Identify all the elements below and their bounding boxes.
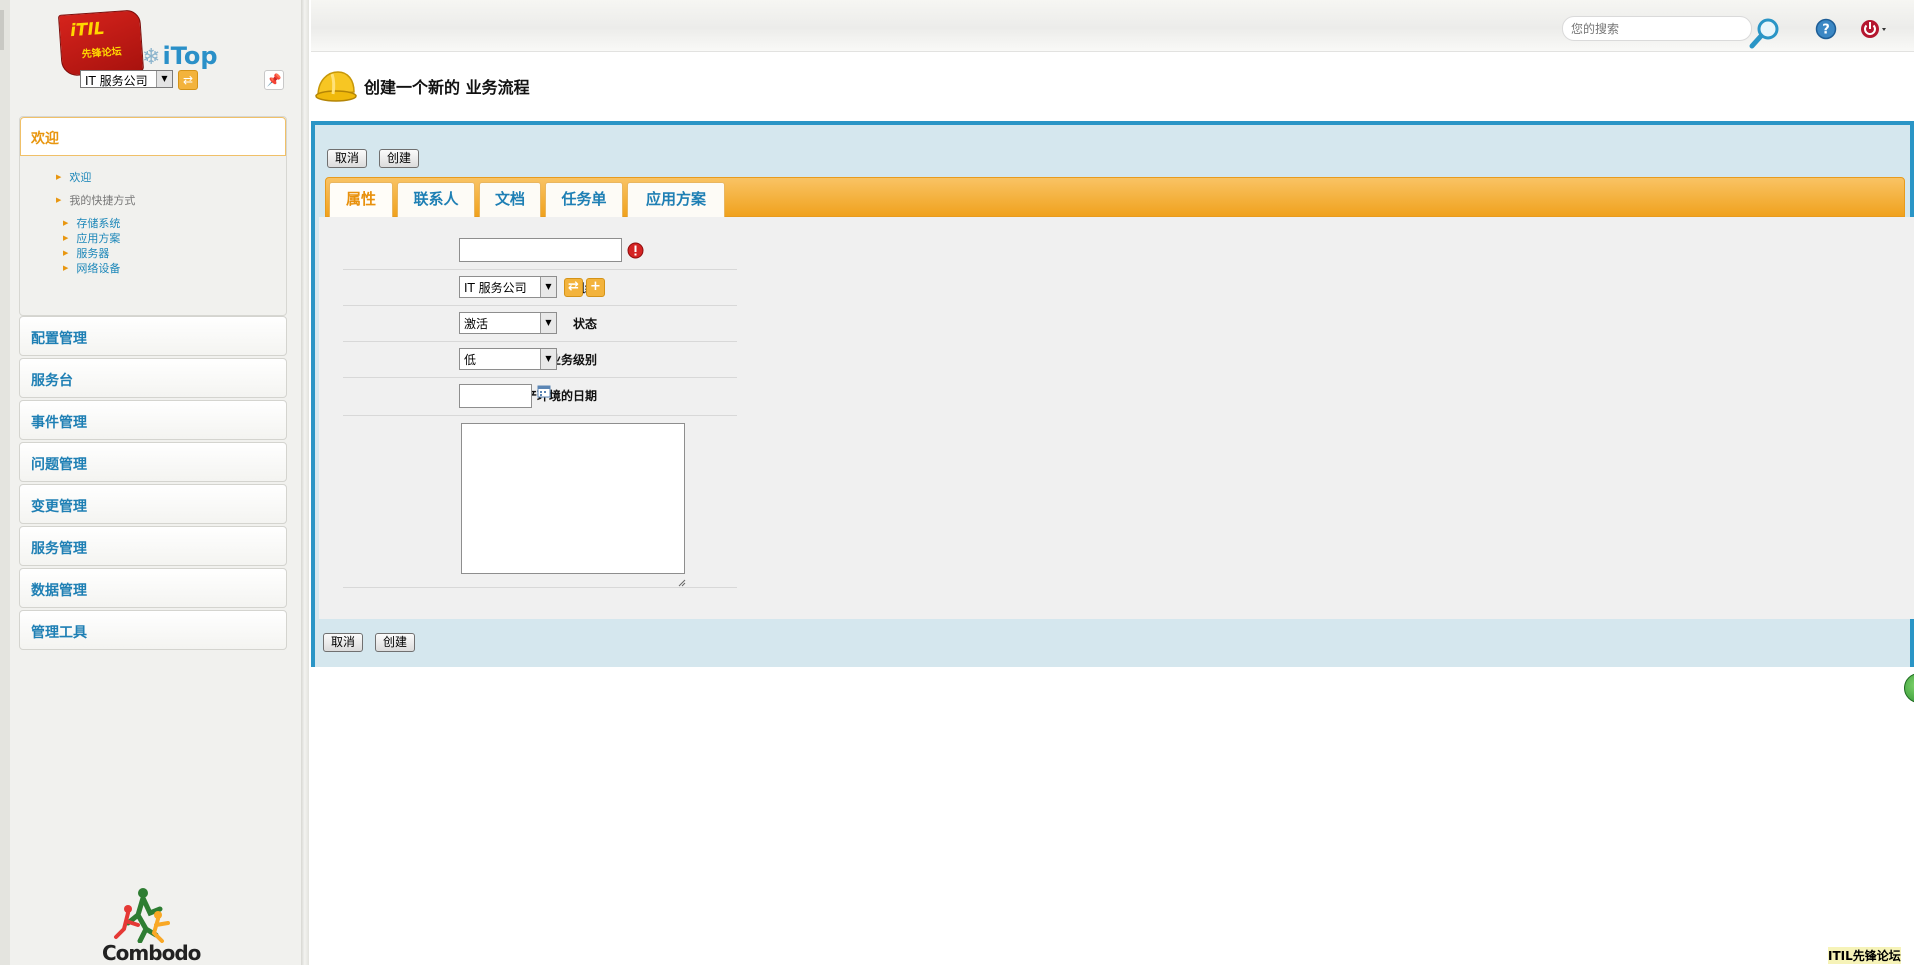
power-icon[interactable]: [1860, 17, 1888, 41]
chevron-down-icon: ▼: [540, 277, 556, 297]
create-button-bottom[interactable]: 创建: [375, 633, 415, 652]
create-button-top[interactable]: 创建: [379, 149, 419, 168]
chevron-down-icon: ▼: [156, 71, 172, 87]
page-title: 创建一个新的 业务流程: [364, 78, 530, 97]
footer-credit: ITIL先锋论坛: [1828, 947, 1901, 964]
row-divider: [343, 377, 737, 378]
hard-hat-icon: [314, 66, 358, 104]
triangle-bullet-icon: ▶: [63, 249, 69, 257]
row-divider: [343, 587, 737, 588]
shortcut-storage[interactable]: ▶ 存储系统: [63, 216, 120, 231]
row-divider: [343, 305, 737, 306]
triangle-bullet-icon: ▶: [63, 234, 69, 242]
welcome-panel-title[interactable]: 欢迎: [20, 117, 286, 156]
prod-date-field[interactable]: [459, 384, 532, 408]
org-add-button[interactable]: +: [586, 278, 605, 297]
form-frame: 取消 创建 属性 联系人 文档 任务单 应用方案 名称 组织 IT 服务公司 ▼…: [311, 121, 1914, 667]
chevron-down-icon: ▼: [540, 349, 556, 369]
status-select[interactable]: 激活 ▼: [459, 312, 557, 334]
cancel-button-bottom[interactable]: 取消: [323, 633, 363, 652]
left-sidebar: iTIL 先锋论坛 ❄iTop IT 服务公司 ▼ ⇄ 📌 欢迎 ▶ 欢迎 ▶ 我的…: [0, 0, 309, 965]
triangle-bullet-icon: ▶: [56, 196, 62, 204]
welcome-panel: 欢迎: [19, 116, 287, 316]
tab-tickets[interactable]: 任务单: [545, 182, 623, 218]
snowflake-icon: ❄: [142, 45, 161, 70]
cancel-button-top[interactable]: 取消: [327, 149, 367, 168]
menu-group-data[interactable]: 数据管理: [19, 568, 287, 608]
help-icon[interactable]: ?: [1815, 18, 1837, 40]
itil-logo: iTIL 先锋论坛: [57, 9, 145, 77]
chevron-down-icon: ▼: [540, 313, 556, 333]
org-search-button[interactable]: ⇄: [564, 278, 583, 297]
row-divider: [343, 341, 737, 342]
green-round-button[interactable]: [1904, 673, 1914, 703]
organization-select[interactable]: IT 服务公司 ▼: [80, 70, 173, 88]
menu-item-welcome[interactable]: ▶ 欢迎: [56, 170, 91, 185]
description-textarea[interactable]: [461, 423, 685, 574]
search-icon[interactable]: [1748, 16, 1782, 50]
triangle-bullet-icon: ▶: [63, 219, 69, 227]
row-divider: [343, 269, 737, 270]
org-select[interactable]: IT 服务公司 ▼: [459, 276, 557, 298]
resize-handle-icon[interactable]: [678, 576, 686, 587]
menu-group-problem[interactable]: 问题管理: [19, 442, 287, 482]
form-body: 名称 组织 IT 服务公司 ▼ ⇄ + 状态 激活 ▼ 业务级别 低 ▼ 应用于…: [319, 217, 1914, 619]
tab-strip: 属性 联系人 文档 任务单 应用方案: [325, 177, 1905, 218]
menu-group-service-desk[interactable]: 服务台: [19, 358, 287, 398]
tab-attributes[interactable]: 属性: [329, 182, 393, 218]
svg-text:?: ?: [1822, 23, 1830, 38]
sidebar-edge: [0, 0, 10, 965]
shortcut-network-devices[interactable]: ▶ 网络设备: [63, 261, 120, 276]
shortcut-servers[interactable]: ▶ 服务器: [63, 246, 109, 261]
shortcut-applications[interactable]: ▶ 应用方案: [63, 231, 120, 246]
name-field[interactable]: [459, 238, 622, 262]
row-divider: [343, 415, 737, 416]
business-level-select[interactable]: 低 ▼: [459, 348, 557, 370]
form-footer: 取消 创建: [315, 619, 1910, 667]
tab-applications[interactable]: 应用方案: [627, 182, 725, 218]
menu-item-my-shortcuts: ▶ 我的快捷方式: [56, 194, 136, 207]
pin-icon[interactable]: 📌: [264, 70, 284, 90]
menu-group-change[interactable]: 变更管理: [19, 484, 287, 524]
combodo-logo: Combodo: [98, 885, 201, 965]
menu-group-service[interactable]: 服务管理: [19, 526, 287, 566]
tab-contacts[interactable]: 联系人: [397, 182, 475, 218]
itop-logo: ❄iTop: [142, 42, 218, 70]
org-switch-button[interactable]: ⇄: [178, 70, 198, 90]
required-warning-icon: [627, 242, 644, 262]
search-input[interactable]: [1562, 16, 1752, 41]
triangle-bullet-icon: ▶: [56, 173, 62, 181]
menu-group-incident[interactable]: 事件管理: [19, 400, 287, 440]
menu-group-admin-tools[interactable]: 管理工具: [19, 610, 287, 650]
calendar-icon[interactable]: [537, 384, 551, 401]
tab-documents[interactable]: 文档: [479, 182, 541, 218]
triangle-bullet-icon: ▶: [63, 264, 69, 272]
combodo-figures-icon: [114, 888, 170, 944]
menu-group-config[interactable]: 配置管理: [19, 316, 287, 356]
